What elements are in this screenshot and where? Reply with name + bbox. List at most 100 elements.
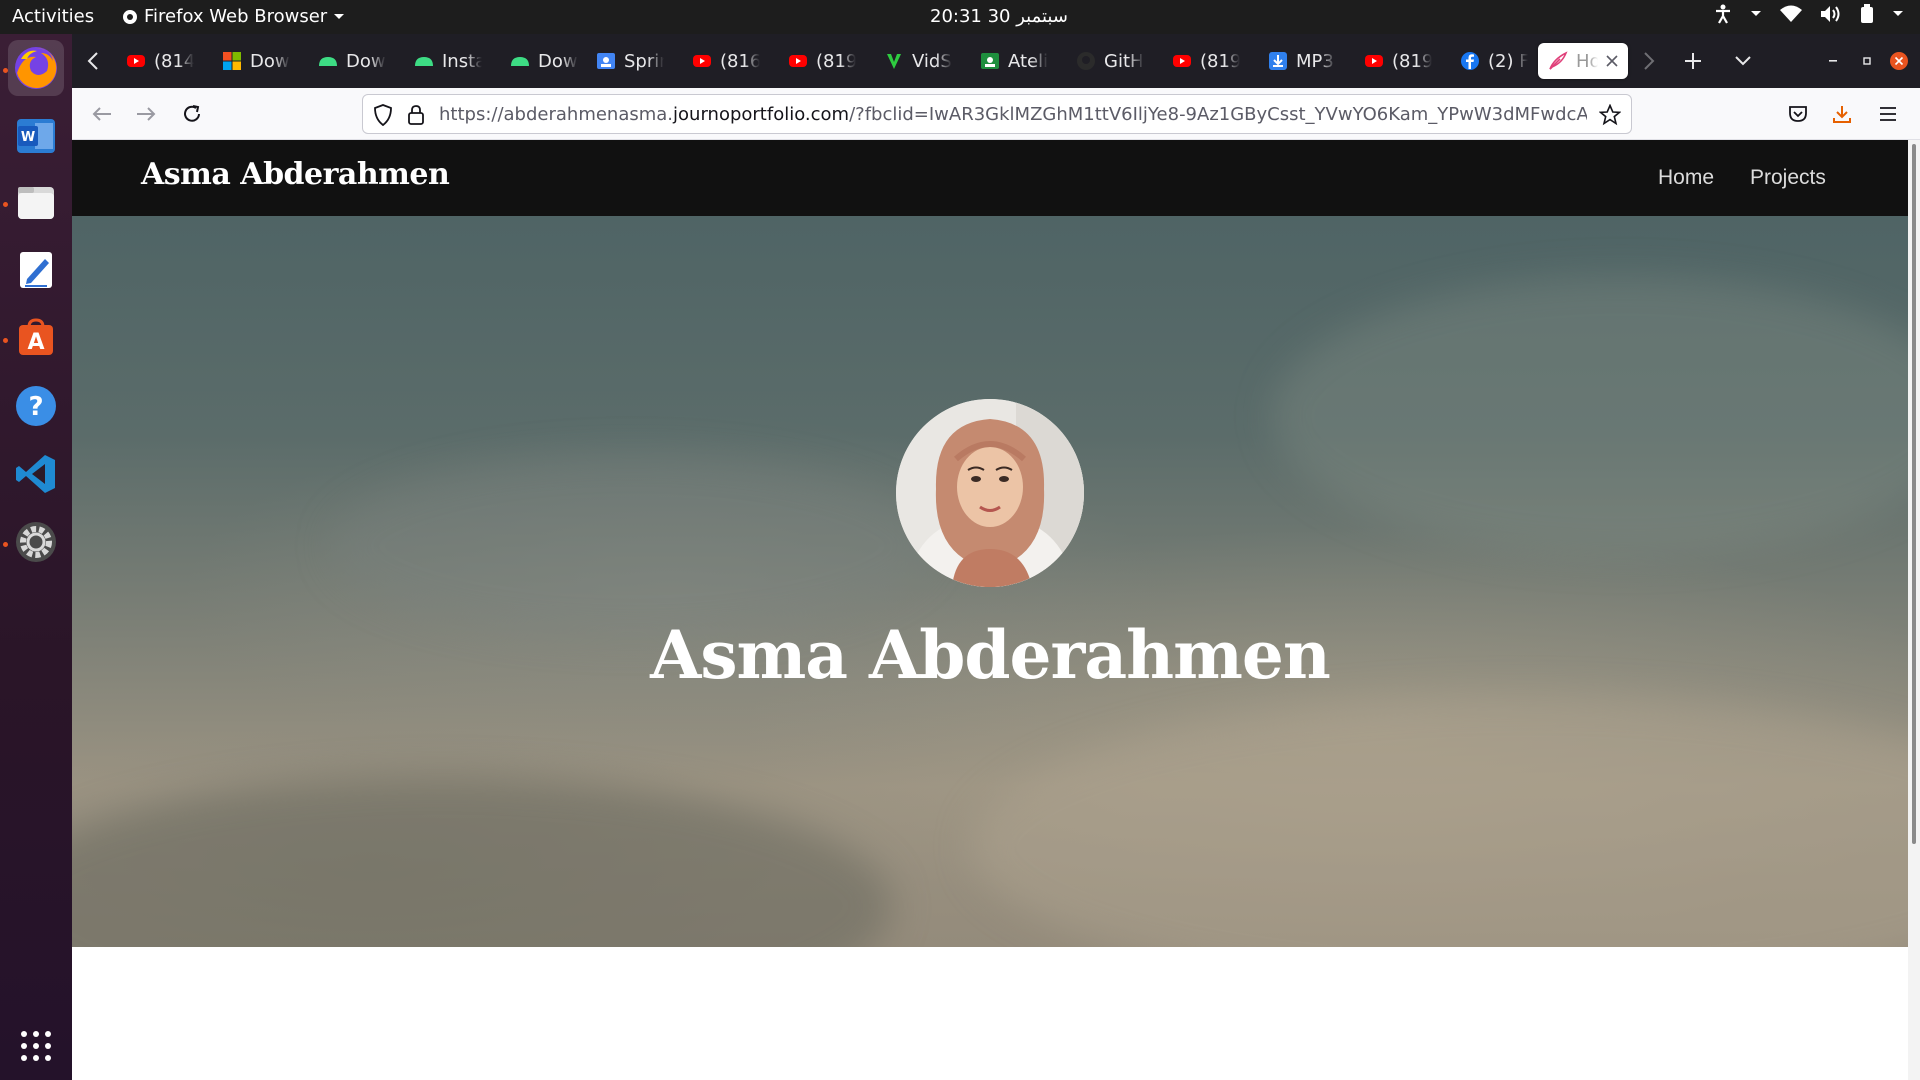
tab-youtube-3[interactable]: (819): [778, 43, 874, 79]
tab-android-1[interactable]: Dow: [308, 43, 404, 79]
battery-icon[interactable]: [1860, 4, 1874, 24]
restore-icon: [1863, 57, 1871, 65]
activities-button[interactable]: Activities: [12, 6, 94, 27]
scrollbar-thumb[interactable]: [1912, 144, 1916, 844]
youtube-icon: [126, 51, 146, 71]
app-menu-button[interactable]: [1872, 98, 1904, 130]
list-all-tabs-button[interactable]: [1728, 46, 1758, 76]
help-icon: ?: [16, 386, 56, 426]
tab-facebook[interactable]: (2) F: [1450, 43, 1546, 79]
vscode-launcher[interactable]: [8, 446, 64, 502]
url-bar[interactable]: https://abderahmenasma.journoportfolio.c…: [362, 94, 1632, 134]
show-applications-button[interactable]: [8, 1018, 64, 1074]
tab-github[interactable]: GitH: [1066, 43, 1162, 79]
maximize-button[interactable]: [1852, 46, 1882, 76]
android-icon: [510, 51, 530, 71]
pocket-icon: [1789, 106, 1807, 122]
site-brand-link[interactable]: Asma Abderahmen: [141, 157, 450, 192]
app-grid-icon: [21, 1031, 51, 1061]
tab-vidstatus[interactable]: VidS: [874, 43, 970, 79]
chevron-down-icon: [1893, 11, 1903, 16]
shield-icon[interactable]: [373, 104, 393, 126]
svg-text:A: A: [27, 330, 44, 355]
app-menu[interactable]: Firefox Web Browser: [122, 6, 345, 27]
text-editor-icon: [20, 252, 52, 288]
files-launcher[interactable]: [8, 174, 64, 230]
android-icon: [414, 51, 434, 71]
tab-label: Ho: [1576, 50, 1598, 72]
profile-avatar: [896, 399, 1084, 587]
back-button[interactable]: [86, 98, 118, 130]
minimize-icon: [1829, 60, 1837, 62]
tab-microsoft[interactable]: Dow: [212, 43, 308, 79]
cloud-shape: [972, 696, 1908, 947]
url-text[interactable]: https://abderahmenasma.journoportfolio.c…: [439, 104, 1587, 126]
help-launcher[interactable]: ?: [8, 378, 64, 434]
url-domain: journoportfolio.com: [673, 104, 850, 125]
pocket-button[interactable]: [1782, 98, 1814, 130]
ubuntu-dock: W A ?: [0, 34, 72, 1080]
ubuntu-software-launcher[interactable]: A: [8, 310, 64, 366]
close-icon[interactable]: [1606, 55, 1618, 67]
system-tray[interactable]: [1714, 4, 1904, 24]
firefox-small-icon: [123, 9, 137, 24]
close-icon: [1890, 52, 1908, 70]
text-editor-launcher[interactable]: [8, 242, 64, 298]
new-tab-button[interactable]: [1678, 46, 1708, 76]
window-close-button[interactable]: [1884, 46, 1914, 76]
tab-label: Dow: [250, 50, 290, 72]
downloads-button[interactable]: [1826, 98, 1858, 130]
wifi-icon[interactable]: [1780, 5, 1802, 23]
tab-label: (814): [154, 50, 194, 72]
lock-icon[interactable]: [407, 104, 425, 126]
tab-scroll-right-button[interactable]: [1634, 46, 1664, 76]
clock[interactable]: 20:31 30 سبتمبر: [930, 6, 1068, 27]
forward-button[interactable]: [130, 98, 162, 130]
vscode-icon: [16, 455, 55, 493]
tab-youtube-2[interactable]: (816): [682, 43, 778, 79]
nav-link-home[interactable]: Home: [1658, 166, 1714, 190]
settings-launcher[interactable]: [8, 514, 64, 570]
nav-link-projects[interactable]: Projects: [1750, 166, 1826, 190]
youtube-icon: [692, 51, 712, 71]
hero-banner: Asma Abderahmen: [72, 216, 1908, 947]
tab-android-2[interactable]: Insta: [404, 43, 500, 79]
chevron-down-icon: [1735, 56, 1751, 66]
firefox-icon: [15, 47, 57, 89]
url-prefix: https://abderahmenasma.: [439, 104, 674, 125]
star-icon[interactable]: [1599, 104, 1621, 126]
cloud-shape: [332, 456, 932, 636]
tab-youtube-4[interactable]: (819): [1162, 43, 1258, 79]
volume-icon[interactable]: [1820, 5, 1842, 23]
tab-active-home[interactable]: Ho: [1538, 43, 1628, 79]
tab-label: Sprin: [624, 50, 664, 72]
site-navbar: Asma Abderahmen Home Projects: [72, 140, 1908, 216]
reload-button[interactable]: [176, 98, 208, 130]
youtube-icon: [788, 51, 808, 71]
files-icon: [18, 187, 54, 219]
tab-youtube-1[interactable]: (814): [116, 43, 212, 79]
github-icon: [1076, 51, 1096, 71]
page-scrollbar[interactable]: [1908, 140, 1920, 1080]
tab-mp3[interactable]: MP3: [1258, 43, 1354, 79]
youtube-icon: [1172, 51, 1192, 71]
accessibility-icon[interactable]: [1714, 4, 1732, 24]
download-icon: [1833, 106, 1851, 123]
firefox-launcher[interactable]: [8, 40, 64, 96]
tab-android-3[interactable]: Dow: [500, 43, 596, 79]
word-launcher[interactable]: W: [8, 108, 64, 164]
tab-classroom[interactable]: Sprin: [586, 43, 682, 79]
chevron-down-icon: [334, 13, 345, 19]
app-menu-label: Firefox Web Browser: [144, 6, 328, 27]
web-page-content: Asma Abderahmen Home Projects Asma Abder…: [72, 140, 1908, 1080]
tab-label: GitH: [1104, 50, 1144, 72]
tab-youtube-5[interactable]: (819): [1354, 43, 1450, 79]
back-arrow-icon: [92, 107, 111, 121]
svg-text:W: W: [21, 130, 35, 145]
tab-scroll-left-button[interactable]: [78, 46, 108, 76]
plus-icon: [1685, 53, 1701, 69]
tab-label: Dow: [538, 50, 578, 72]
tab-atelier[interactable]: Ateli: [970, 43, 1066, 79]
android-icon: [318, 51, 338, 71]
minimize-button[interactable]: [1818, 46, 1848, 76]
